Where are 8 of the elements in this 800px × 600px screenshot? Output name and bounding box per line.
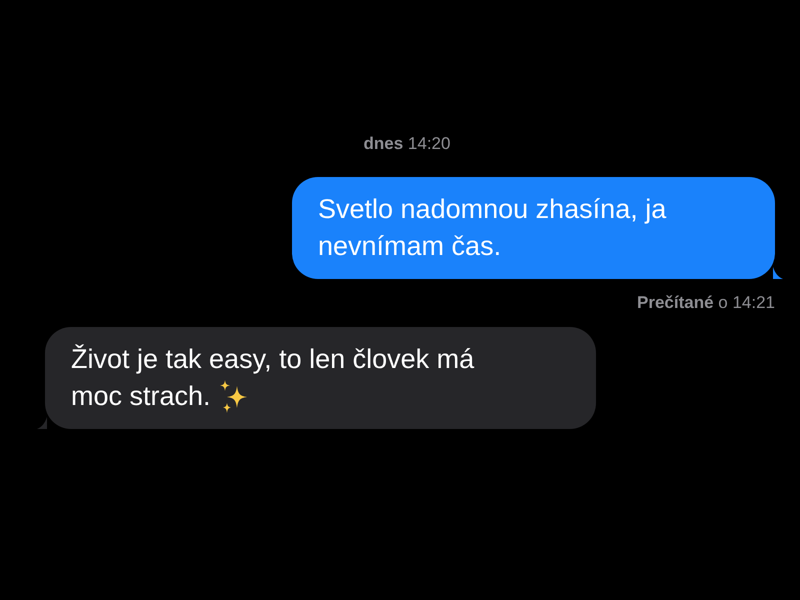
- message-text: Svetlo nadomnou zhasína, ja: [318, 192, 666, 226]
- timestamp: dnes 14:20: [364, 133, 450, 155]
- read-receipt: Prečítané o 14:21: [637, 292, 775, 314]
- message-text: moc strach.: [71, 380, 211, 413]
- message-text: nevnímam čas.: [318, 230, 502, 262]
- bubble-tail: [37, 417, 47, 429]
- message-text: Život je tak easy, to len človek má: [71, 343, 474, 376]
- bubble-tail: [773, 266, 783, 278]
